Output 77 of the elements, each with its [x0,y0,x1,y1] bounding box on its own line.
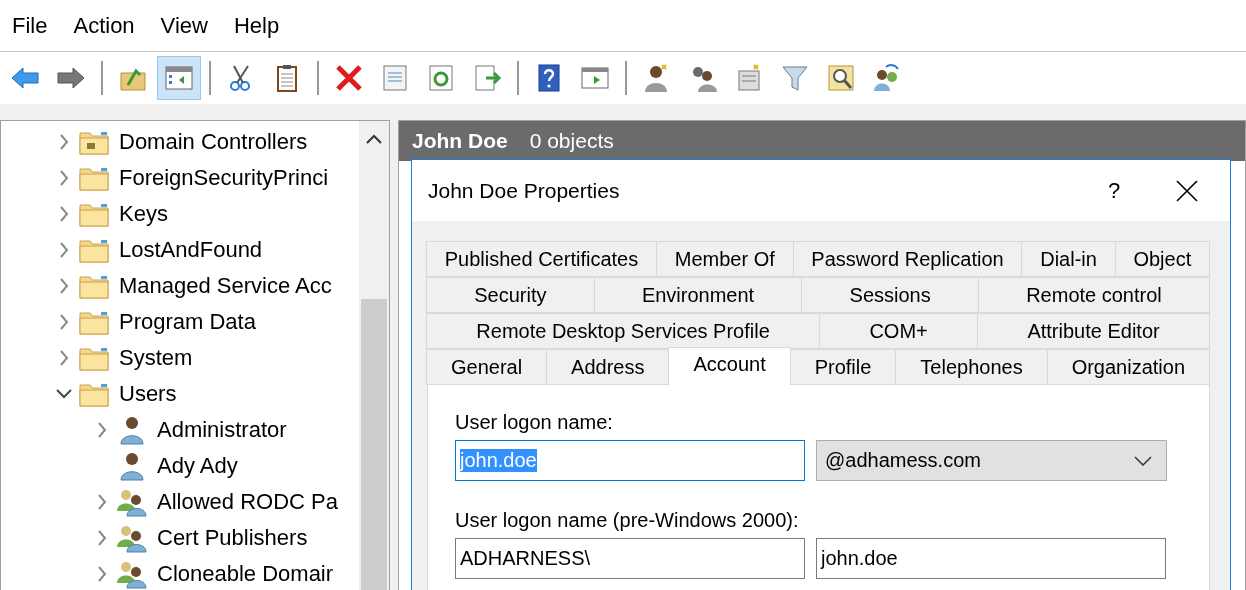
tab[interactable]: Remote Desktop Services Profile [426,313,821,349]
delete-icon[interactable] [334,63,364,93]
expand-chevron-icon[interactable] [97,565,107,583]
tab[interactable]: Sessions [801,277,979,313]
tab[interactable]: Organization [1046,349,1211,385]
folder-icon [79,201,109,227]
dialog-title: John Doe Properties [428,178,621,203]
tab[interactable]: Published Certificates [426,241,657,277]
menu-item[interactable]: File [2,8,64,43]
tree-item[interactable]: Keys [119,201,168,227]
object-count: 0 objects [529,129,614,153]
tab[interactable]: Attribute Editor [977,313,1210,349]
tab[interactable]: Remote control [977,277,1210,313]
folder-icon [79,237,109,263]
collapse-chevron-icon[interactable] [55,388,73,400]
close-icon[interactable] [1176,179,1198,202]
tree-item[interactable]: Program Data [119,309,256,335]
tab[interactable]: Password Replication [792,241,1023,277]
dropdown-chevron-icon[interactable] [1134,455,1152,466]
tab[interactable]: Dial-in [1021,241,1116,277]
help-button[interactable]: ? [1094,170,1134,211]
tab[interactable]: Environment [593,277,803,313]
expand-chevron-icon[interactable] [59,169,69,187]
tree-item[interactable]: Domain Controllers [119,129,308,155]
folder-icon [79,165,109,191]
input-field[interactable]: john.doe [816,538,1166,579]
user-icon [119,451,145,481]
expand-chevron-icon[interactable] [59,277,69,295]
tab[interactable]: Account [668,347,791,385]
menu-item[interactable]: View [150,8,224,43]
menu-item[interactable]: Action [63,8,151,43]
tab[interactable]: COM+ [819,313,979,349]
tree-item[interactable]: LostAndFound [119,237,263,263]
field-label: User logon name: [455,411,614,434]
find-icon[interactable] [826,63,856,93]
tree-item[interactable]: System [119,345,193,371]
tree-item[interactable]: Cloneable Domair [157,561,334,587]
folder-icon [79,309,109,335]
group-icon [116,523,148,553]
refresh-icon[interactable] [426,63,456,93]
details-title: John Doe [412,129,508,153]
domain-dropdown[interactable]: @adhamess.com [816,440,1167,481]
folder-icon [79,345,109,371]
user-icon [119,415,145,445]
tree-item[interactable]: Ady Ady [157,453,238,479]
export-list-icon[interactable] [472,63,502,93]
expand-chevron-icon[interactable] [59,205,69,223]
tree-item[interactable]: Allowed RODC Pa [157,489,338,515]
expand-chevron-icon[interactable] [97,421,107,439]
folder-icon [79,273,109,299]
tree-item[interactable]: Users [119,381,177,407]
tree-item[interactable]: Administrator [157,417,287,443]
filter-icon[interactable] [780,63,810,93]
expand-chevron-icon[interactable] [59,241,69,259]
organizational-unit-icon [79,129,109,155]
add-to-group-icon[interactable] [872,63,902,93]
tree-item[interactable]: Cert Publishers [157,525,308,551]
expand-chevron-icon[interactable] [59,349,69,367]
tree-item[interactable]: ForeignSecurityPrinci [119,165,329,191]
tab[interactable]: General [426,349,548,385]
expand-chevron-icon[interactable] [97,529,107,547]
console-tree-icon[interactable] [157,56,201,100]
menu-item[interactable]: Help [223,8,296,43]
input-field[interactable]: ADHARNESS\ [455,538,805,579]
scrollbar-thumb[interactable] [361,299,387,590]
group-icon [116,487,148,517]
tab[interactable]: Object [1114,241,1211,277]
tab[interactable]: Member Of [656,241,794,277]
folder-icon [79,381,109,407]
properties-icon[interactable] [380,63,410,93]
expand-chevron-icon[interactable] [59,313,69,331]
expand-chevron-icon[interactable] [59,133,69,151]
tree-item[interactable]: Managed Service Acc [119,273,332,299]
group-icon [116,559,148,589]
field-label: User logon name (pre-Windows 2000): [455,509,800,532]
expand-chevron-icon[interactable] [97,493,107,511]
tab[interactable]: Security [426,277,595,313]
